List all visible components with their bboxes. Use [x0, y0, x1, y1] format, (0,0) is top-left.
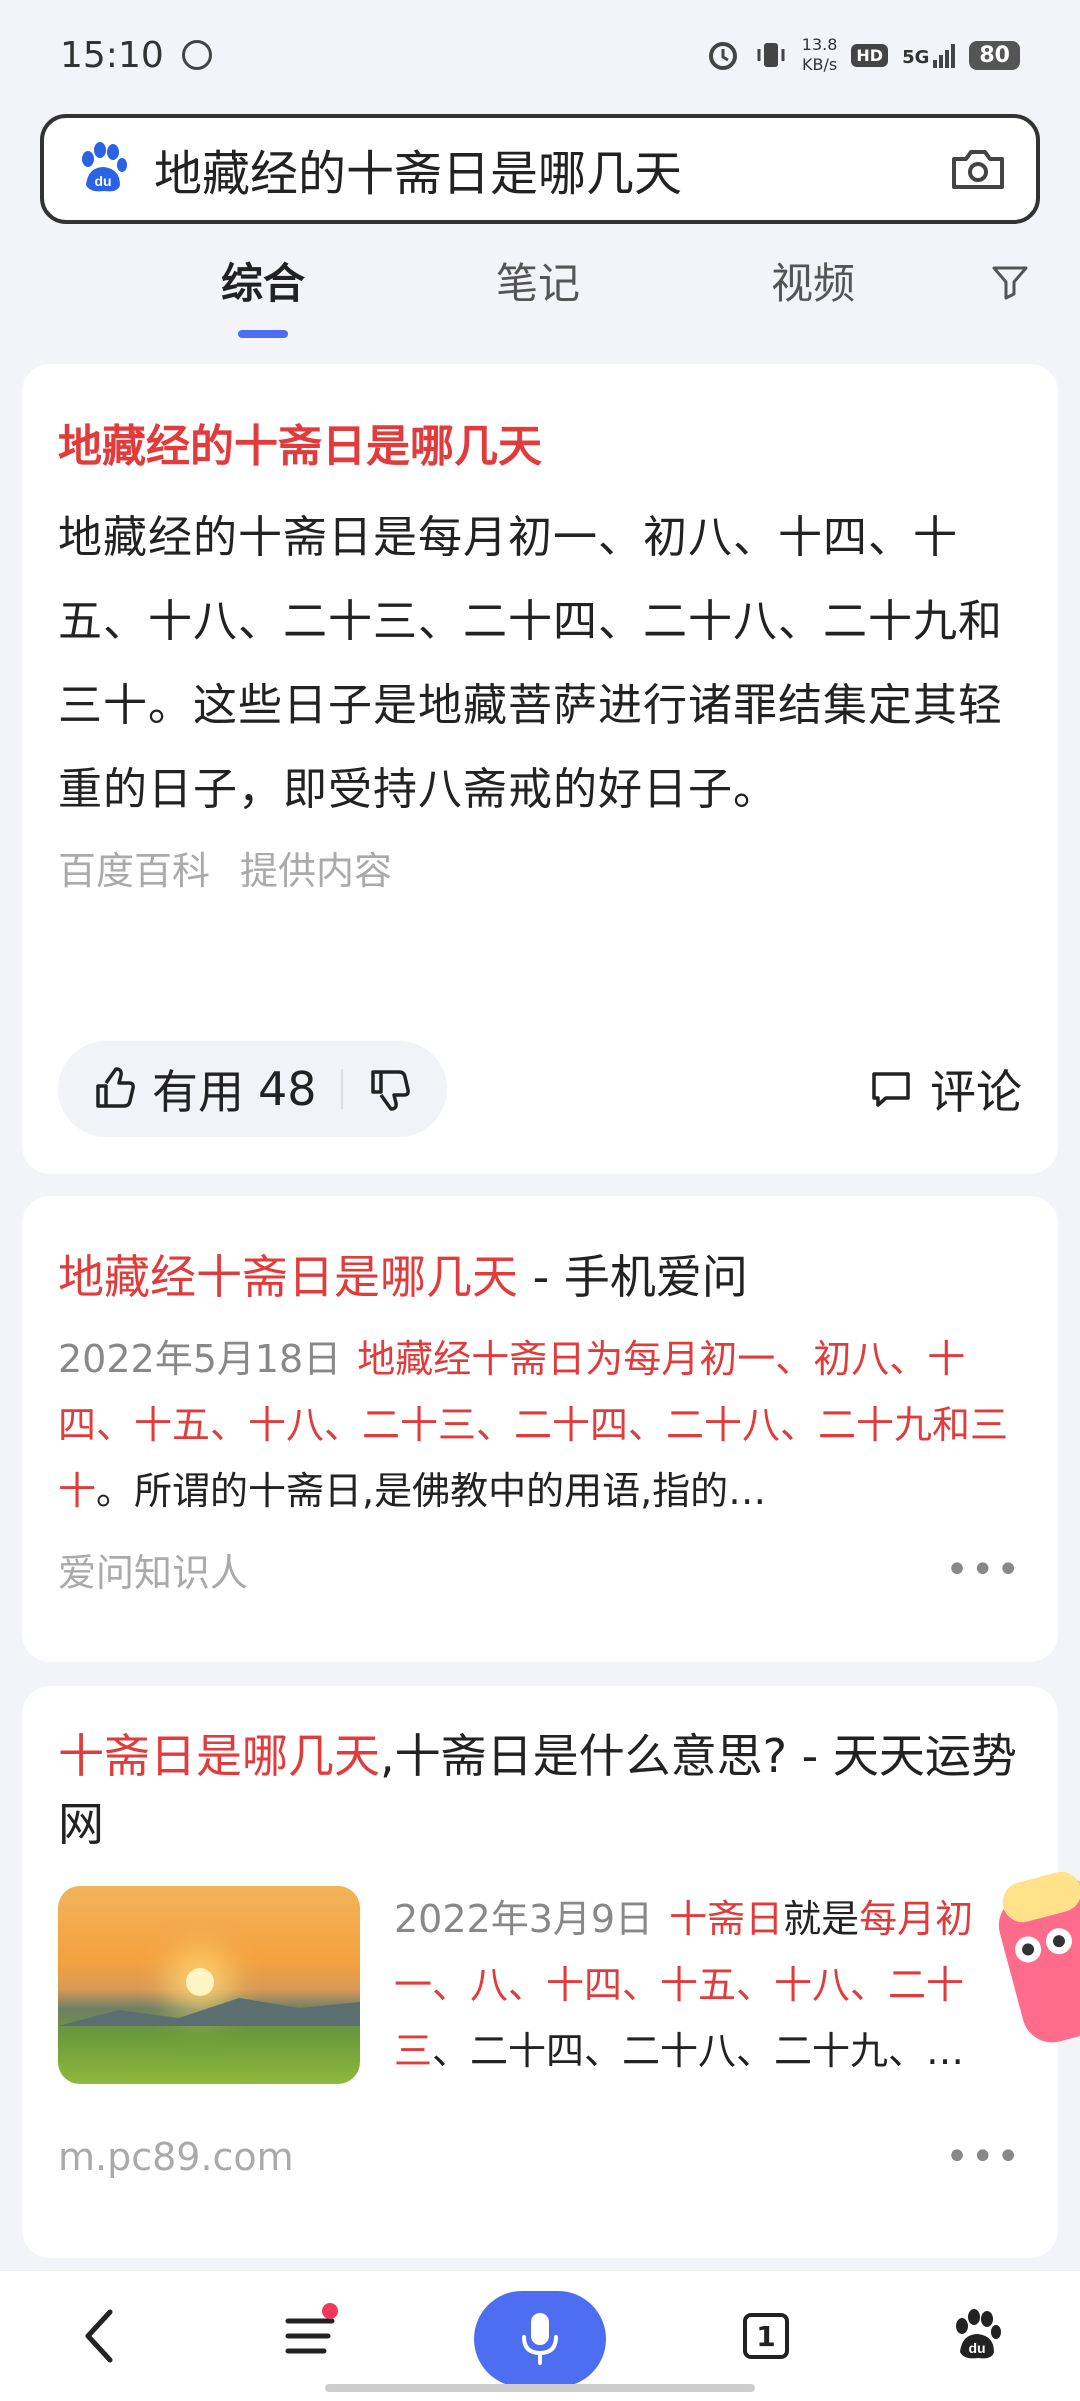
hd-badge: HD — [851, 43, 889, 67]
notification-dot — [322, 2303, 338, 2319]
network-type: 5G — [902, 47, 930, 68]
tab-videos[interactable]: 视频 — [713, 250, 913, 311]
divider — [340, 1069, 343, 1109]
result-title[interactable]: 地藏经十斋日是哪几天 - 手机爱问 — [58, 1196, 1022, 1312]
useful-label[interactable]: 有用 — [152, 1056, 244, 1122]
status-time: 15:10 — [60, 34, 164, 76]
camera-icon[interactable] — [950, 147, 1006, 191]
feedback-pill: 有用 48 — [58, 1041, 447, 1137]
answer-card: 地藏经的十斋日是哪几天 地藏经的十斋日是每月初一、初八、十四、十五、十八、二十三… — [22, 364, 1058, 1174]
result-snippet: 2022年5月18日 地藏经十斋日为每月初一、初八、十四、十五、十八、二十三、二十… — [58, 1326, 1022, 1524]
mascot-eye — [1012, 1933, 1044, 1966]
active-tab-indicator — [238, 330, 288, 338]
mascot-eye — [1043, 1925, 1075, 1958]
source-suffix: 提供内容 — [240, 849, 393, 893]
speed-unit: KB/s — [801, 55, 838, 74]
snippet-rest: 、二十四、二十八、二十九、… — [432, 2029, 965, 2073]
more-options-icon[interactable]: ••• — [945, 1547, 1022, 1593]
menu-button[interactable] — [262, 2291, 362, 2381]
signal-icon — [933, 42, 956, 68]
home-indicator[interactable] — [325, 2384, 755, 2392]
tab-count: 1 — [743, 2313, 789, 2359]
result-snippet: 2022年3月9日 十斋日就是每月初一、八、十四、十五、十八、二十三、二十四、二十… — [394, 1886, 1022, 2084]
svg-text:du: du — [968, 2340, 985, 2356]
tab-comprehensive[interactable]: 综合 — [163, 250, 363, 311]
useful-count: 48 — [258, 1062, 317, 1116]
source-name[interactable]: 百度百科 — [58, 849, 210, 893]
search-result-card: 地藏经十斋日是哪几天 - 手机爱问 2022年5月18日 地藏经十斋日为每月初一、… — [22, 1196, 1058, 1662]
baidu-paw-icon: du — [956, 2309, 1001, 2359]
result-media-row: 2022年3月9日 十斋日就是每月初一、八、十四、十五、十八、二十三、二十四、二十… — [58, 1886, 1022, 2084]
network-speed: 13.8 KB/s — [802, 35, 838, 75]
comment-label: 评论 — [930, 1065, 1022, 1119]
result-meta: m.pc89.com ••• — [58, 2134, 1022, 2180]
result-source[interactable]: 爱问知识人 — [58, 1542, 248, 1597]
microphone-icon — [522, 2313, 558, 2365]
bottom-navigation: 1 du — [0, 2270, 1080, 2401]
result-title[interactable]: 十斋日是哪几天,十斋日是什么意思? - 天天运势网 — [58, 1686, 1022, 1858]
battery-indicator: 80 — [969, 40, 1020, 70]
search-bar[interactable]: du 地藏经的十斋日是哪几天 — [40, 114, 1040, 224]
baidu-home-button[interactable]: du — [926, 2291, 1026, 2381]
tab-notes[interactable]: 笔记 — [438, 250, 638, 311]
search-result-card: 十斋日是哪几天,十斋日是什么意思? - 天天运势网 2022年3月9日 十斋日就是… — [22, 1686, 1058, 2258]
thumbs-up-icon[interactable] — [92, 1066, 138, 1112]
alarm-icon — [708, 42, 737, 70]
speed-value: 13.8 — [801, 35, 838, 54]
answer-title[interactable]: 地藏经的十斋日是哪几天 — [58, 364, 1022, 482]
result-source[interactable]: m.pc89.com — [58, 2135, 294, 2179]
answer-source: 百度百科 提供内容 — [58, 840, 1022, 895]
comment-button[interactable]: 评论 — [868, 1056, 1022, 1122]
back-arrow-icon — [85, 2309, 113, 2363]
snippet-rest: 。所谓的十斋日,是佛教中的用语,指的… — [96, 1469, 767, 1513]
snippet-mid: 就是 — [783, 1897, 860, 1941]
baidu-paw-icon: du — [82, 142, 127, 192]
search-input[interactable]: 地藏经的十斋日是哪几天 — [154, 134, 950, 204]
status-bar: 15:10 13.8 KB/s HD 5G 80 — [0, 0, 1080, 110]
result-title-rest[interactable]: - 手机爱问 — [518, 1250, 748, 1304]
vibrate-icon — [757, 43, 785, 67]
result-meta: 爱问知识人 ••• — [58, 1542, 1022, 1597]
tabs-button[interactable]: 1 — [716, 2291, 816, 2381]
back-button[interactable] — [50, 2291, 150, 2381]
sun-shape — [186, 1968, 214, 1996]
snippet-highlight-1: 十斋日 — [669, 1897, 784, 1941]
result-date: 2022年3月9日 — [394, 1897, 654, 1941]
result-tabs: 综合 笔记 视频 — [0, 250, 1080, 340]
answer-body: 地藏经的十斋日是每月初一、初八、十四、十五、十八、二十三、二十四、二十八、二十九… — [58, 512, 1003, 815]
voice-search-button[interactable] — [474, 2291, 606, 2387]
notification-icon — [181, 40, 212, 70]
result-title-highlight[interactable]: 十斋日是哪几天 — [58, 1729, 380, 1783]
more-options-icon[interactable]: ••• — [945, 2134, 1022, 2180]
filter-icon[interactable] — [990, 262, 1030, 302]
thumbs-down-icon[interactable] — [367, 1066, 413, 1112]
comment-icon — [872, 1072, 910, 1107]
result-title-highlight[interactable]: 地藏经十斋日是哪几天 — [58, 1250, 518, 1304]
sunset-field-thumbnail[interactable] — [58, 1886, 360, 2084]
svg-text:du: du — [94, 173, 111, 189]
answer-actions: 有用 48 评论 — [58, 1039, 1022, 1139]
result-date: 2022年5月18日 — [58, 1337, 342, 1381]
